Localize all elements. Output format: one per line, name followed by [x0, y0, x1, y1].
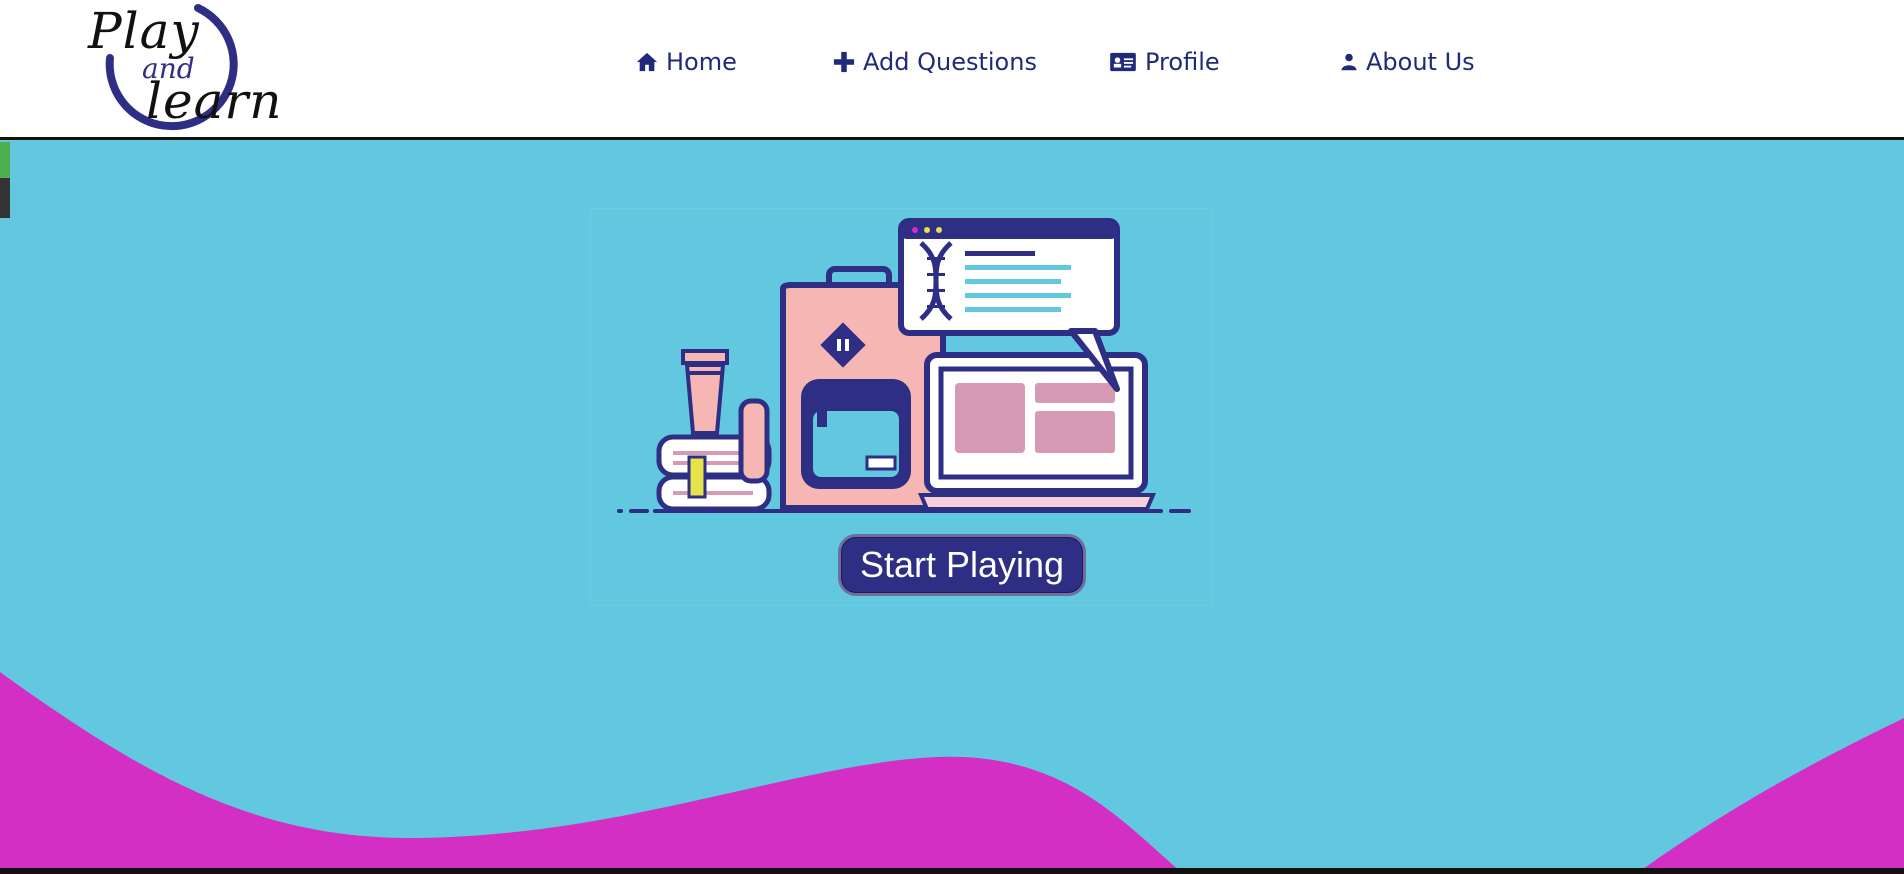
id-card-icon: [1110, 52, 1136, 72]
nav-about-us[interactable]: About Us: [1340, 48, 1475, 76]
nav-about-us-label: About Us: [1366, 48, 1475, 76]
nav-add-questions-label: Add Questions: [863, 48, 1037, 76]
plus-icon: [833, 51, 855, 73]
hero-section: Start Playing: [0, 140, 1904, 871]
study-illustration: [617, 218, 1191, 513]
nav-home[interactable]: Home: [636, 48, 737, 76]
user-icon: [1341, 53, 1357, 71]
start-playing-button[interactable]: Start Playing: [838, 534, 1086, 596]
nav-profile-label: Profile: [1145, 48, 1220, 76]
bottom-border: [0, 868, 1904, 874]
nav-profile[interactable]: Profile: [1109, 48, 1220, 76]
site-logo[interactable]: Play and learn: [80, 0, 282, 140]
home-icon: [636, 52, 658, 72]
nav-home-label: Home: [666, 48, 737, 76]
site-header: Play and learn Home Add Questions Profil…: [0, 0, 1904, 140]
nav-add-questions[interactable]: Add Questions: [833, 48, 1037, 76]
logo-learn-text: learn: [146, 72, 283, 130]
